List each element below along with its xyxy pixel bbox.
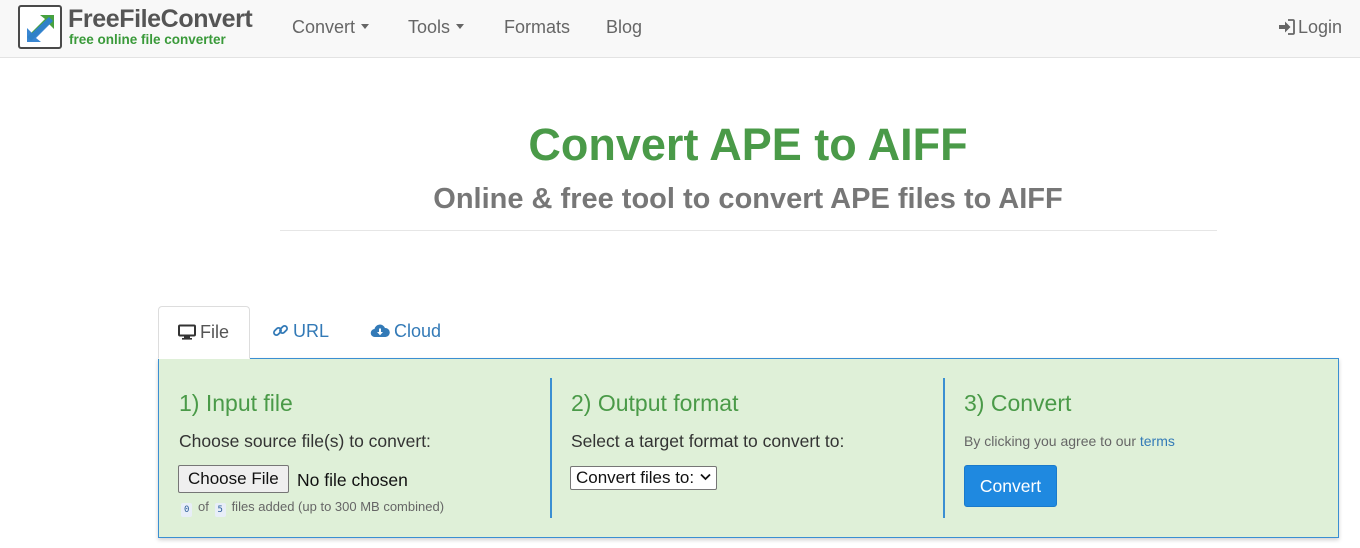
- nav-tools-label: Tools: [408, 17, 451, 37]
- converter-panel: 1) Input file Choose source file(s) to c…: [158, 358, 1339, 538]
- caret-down-icon: [456, 24, 465, 29]
- input-file-section: 1) Input file Choose source file(s) to c…: [159, 359, 551, 537]
- nav-tools[interactable]: Tools: [408, 16, 465, 38]
- login-label: Login: [1297, 17, 1342, 37]
- caret-down-icon: [361, 24, 370, 29]
- link-icon: [273, 325, 288, 336]
- files-added-count: 0: [181, 503, 193, 517]
- convert-arrows-icon: [18, 5, 62, 49]
- terms-agreement-text: By clicking you agree to our: [964, 433, 1136, 449]
- output-format-instruction: Select a target format to convert to:: [571, 431, 845, 451]
- cloud-download-icon: [370, 324, 390, 338]
- input-file-heading: 1) Input file: [179, 390, 293, 416]
- login-icon: [1278, 19, 1295, 35]
- brand-logo[interactable]: FreeFileConvert free online file convert…: [18, 5, 253, 51]
- terms-agreement: By clicking you agree to our terms: [964, 432, 1175, 450]
- format-select-value: Convert files to:: [576, 468, 695, 487]
- nav-blog[interactable]: Blog: [606, 16, 642, 38]
- output-format-section: 2) Output format Select a target format …: [551, 359, 944, 537]
- brand-name: FreeFileConvert: [68, 5, 253, 33]
- file-status: No file chosen: [297, 470, 408, 490]
- page-subtitle: Online & free tool to convert APE files …: [433, 183, 1063, 215]
- top-navbar: FreeFileConvert free online file convert…: [0, 0, 1360, 58]
- brand-tagline: free online file converter: [69, 32, 226, 47]
- files-count-line: 0 of 5 files added (up to 300 MB combine…: [179, 498, 444, 517]
- tab-file[interactable]: File: [158, 306, 250, 359]
- tab-url[interactable]: URL: [272, 306, 329, 359]
- choose-file-button[interactable]: Choose File: [178, 465, 289, 493]
- input-file-instruction: Choose source file(s) to convert:: [179, 431, 431, 451]
- terms-link[interactable]: terms: [1140, 433, 1175, 449]
- convert-section: 3) Convert By clicking you agree to our …: [944, 359, 1338, 537]
- format-select[interactable]: Convert files to:: [570, 466, 718, 490]
- tab-file-label: File: [200, 322, 230, 342]
- monitor-icon: [178, 324, 196, 340]
- tab-url-label: URL: [293, 321, 330, 341]
- convert-button[interactable]: Convert: [964, 465, 1057, 507]
- heading-divider: [280, 230, 1217, 231]
- files-note: files added (up to 300 MB combined): [231, 499, 445, 514]
- nav-formats-label: Formats: [504, 17, 571, 37]
- tab-cloud[interactable]: Cloud: [370, 306, 441, 359]
- nav-formats[interactable]: Formats: [504, 16, 570, 38]
- nav-convert-label: Convert: [292, 17, 356, 37]
- login-link[interactable]: Login: [1278, 16, 1342, 38]
- output-format-heading: 2) Output format: [571, 390, 739, 416]
- convert-heading: 3) Convert: [964, 390, 1072, 416]
- nav-blog-label: Blog: [606, 17, 643, 37]
- nav-convert[interactable]: Convert: [292, 16, 370, 38]
- files-max-count: 5: [214, 503, 226, 517]
- chevron-down-icon: [700, 473, 711, 481]
- page-title: Convert APE to AIFF: [528, 119, 968, 170]
- tab-cloud-label: Cloud: [394, 321, 442, 341]
- of-label: of: [198, 499, 209, 514]
